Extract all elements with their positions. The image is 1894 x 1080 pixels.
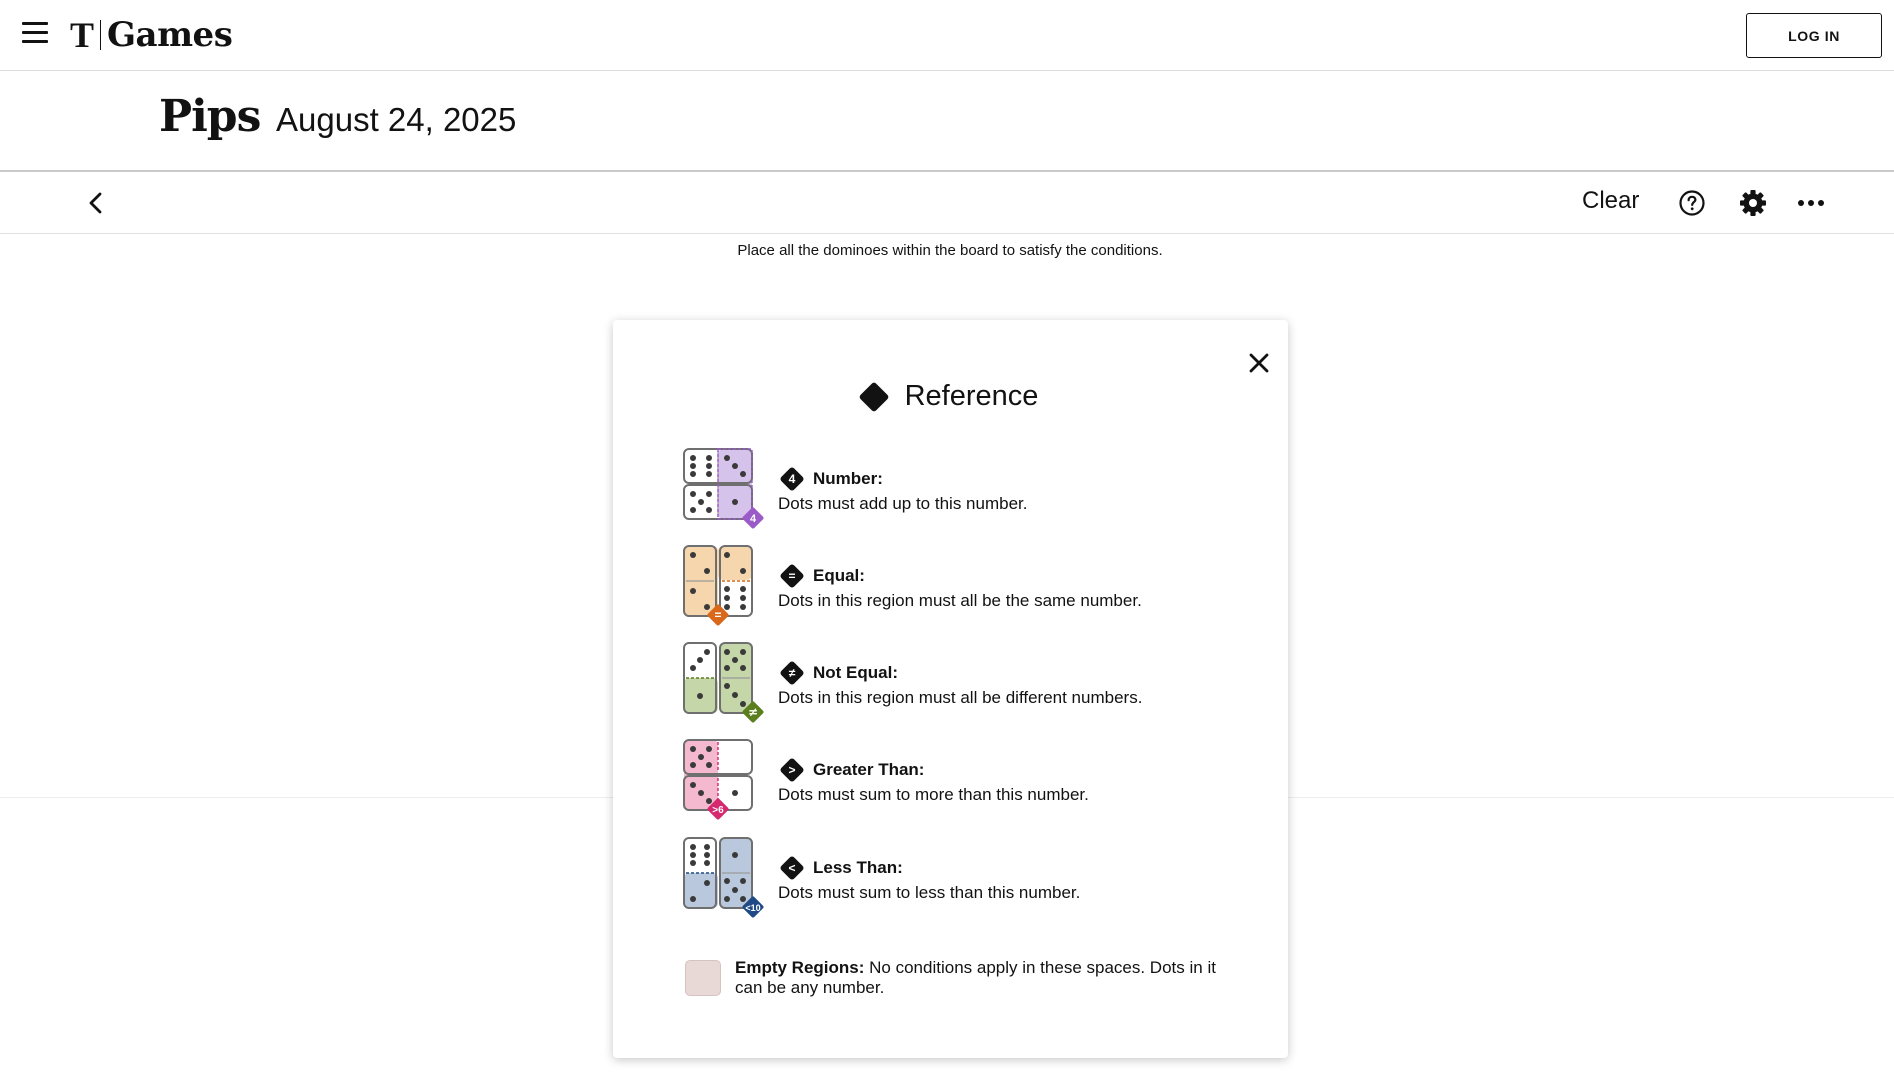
rule-title: Greater Than: [813,760,925,779]
reference-text: 4 Number: Dots must add up to this numbe… [778,466,1218,516]
reference-item-less-than: <10 < Less Than: Dots must sum to less t… [683,837,1243,918]
number-rule-icon: 4 [779,466,805,492]
clear-button[interactable]: Clear [1582,187,1639,215]
rule-title: Not Equal: [813,663,898,682]
empty-region-swatch [685,960,721,996]
back-chevron-icon[interactable] [82,189,110,217]
greater-than-rule-icon: > [779,757,805,783]
rule-description: Dots must sum to more than this number. [778,785,1089,804]
empty-regions-text: Empty Regions: No conditions apply in th… [735,958,1225,998]
reference-text: > Greater Than: Dots must sum to more th… [778,757,1218,807]
reference-text: < Less Than: Dots must sum to less than … [778,855,1218,905]
game-instructions: Place all the dominoes within the board … [737,242,1163,259]
not-equal-badge: ≠ [748,705,758,719]
top-bar: T Games LOG IN [0,0,1894,71]
rule-title: Less Than: [813,858,903,877]
rule-title: Empty Regions: [735,958,865,977]
gear-icon[interactable] [1738,188,1768,218]
logo-separator [100,20,102,50]
reference-modal: Reference 4 4 Number: Dots must add up t… [613,320,1288,1058]
rule-description: Dots must sum to less than this number. [778,883,1081,902]
reference-text: = Equal: Dots in this region must all be… [778,563,1218,613]
reference-item-number: 4 4 Number: Dots must add up to this num… [683,448,1243,529]
rule-description: Dots in this region must all be differen… [778,688,1143,707]
number-example-dominoes: 4 [683,448,764,529]
reference-item-greater-than: >6 > Greater Than: Dots must sum to more… [683,739,1243,820]
hamburger-menu-icon[interactable] [22,22,48,48]
modal-title: Reference [904,380,1039,412]
diamond-icon [858,380,890,413]
close-icon[interactable] [1246,350,1272,376]
reference-item-empty-regions: Empty Regions: No conditions apply in th… [683,958,1243,1018]
help-icon[interactable] [1678,189,1706,217]
more-options-icon[interactable] [1796,189,1826,217]
game-title-row: Pips August 24, 2025 [0,71,1894,172]
rule-title: Equal: [813,566,865,585]
game-title: Pips [159,91,261,142]
reference-item-not-equal: ≠ ≠ Not Equal: Dots in this region must … [683,642,1243,723]
not-equal-rule-icon: ≠ [779,660,805,686]
rule-title: Number: [813,469,883,488]
greater-than-badge: >6 [712,805,724,816]
less-than-example-dominoes: <10 [683,837,764,918]
equal-rule-icon: = [779,563,805,589]
rule-description: Dots must add up to this number. [778,494,1028,513]
number-badge: 4 [750,513,757,525]
game-date: August 24, 2025 [276,101,517,138]
log-in-button[interactable]: LOG IN [1746,13,1882,58]
not-equal-example-dominoes: ≠ [683,642,764,723]
equal-example-dominoes: = [683,545,753,626]
less-than-rule-icon: < [779,855,805,881]
reference-item-equal: = = Equal: Dots in this region must all … [683,545,1243,626]
less-than-badge: <10 [745,903,760,913]
modal-header: Reference [613,380,1288,413]
game-toolbar: Clear [0,173,1894,234]
logo-text: Games [107,15,233,55]
equal-badge: = [714,608,721,622]
nyt-games-logo[interactable]: T Games [70,14,233,56]
logo-mark: T [70,15,95,55]
greater-than-example-dominoes: >6 [683,739,753,820]
reference-text: ≠ Not Equal: Dots in this region must al… [778,660,1218,710]
rule-description: Dots in this region must all be the same… [778,591,1142,610]
